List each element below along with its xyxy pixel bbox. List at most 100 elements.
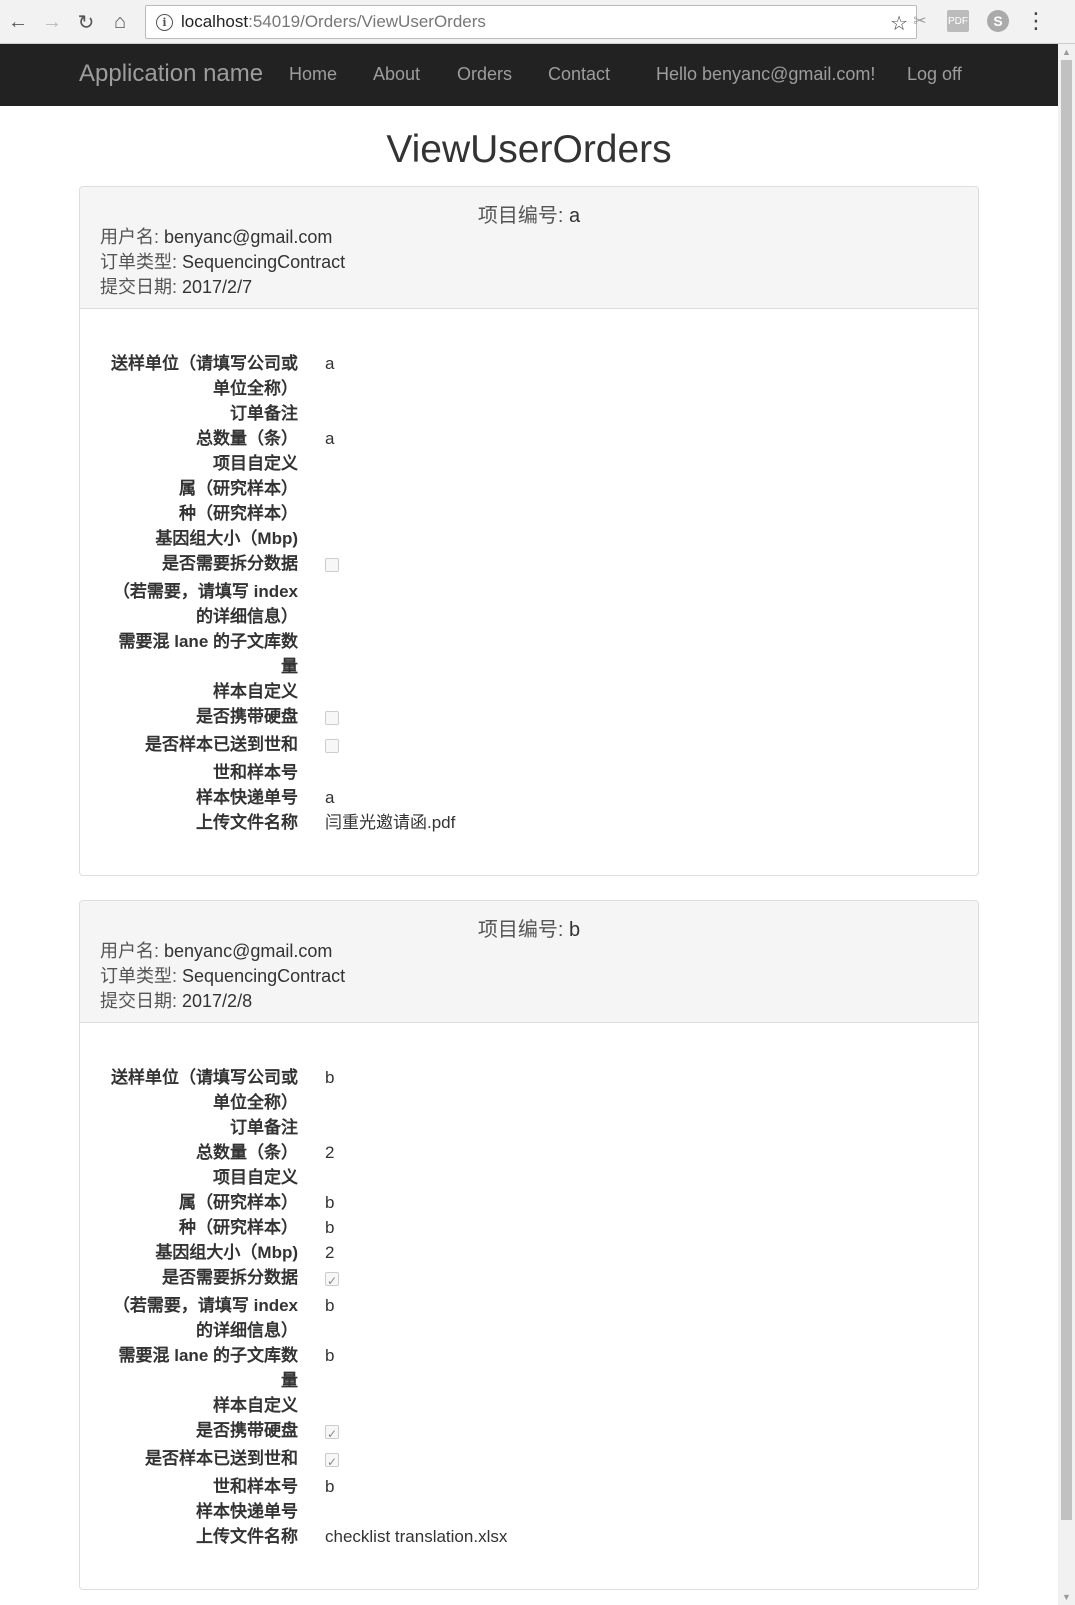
skype-extension-icon[interactable]: S [987, 10, 1009, 32]
detail-label-line: 种（研究样本） [179, 1218, 298, 1237]
detail-label-line: 是否携带硬盘 [196, 707, 298, 726]
detail-label-line: 总数量（条） [196, 1143, 298, 1162]
detail-label: 是否需要拆分数据 [88, 1265, 298, 1290]
detail-label: （若需要，请填写 index 的详细信息） [88, 1293, 298, 1343]
address-bar[interactable]: i localhost:54019/Orders/ViewUserOrders … [145, 5, 917, 39]
detail-label: 世和样本号 [88, 1474, 298, 1499]
nav-orders[interactable]: Orders [457, 64, 512, 85]
detail-value: 闫重光邀请函.pdf [325, 813, 456, 832]
detail-value [325, 734, 339, 759]
detail-label: 上传文件名称 [88, 1524, 298, 1549]
detail-value: b [325, 1193, 335, 1212]
pdf-extension-icon[interactable]: PDF [947, 10, 969, 32]
detail-label-line: 是否需要拆分数据 [162, 554, 298, 573]
split-data-checkbox [325, 558, 339, 572]
detail-label: 项目自定义 [88, 451, 298, 476]
detail-label: 订单备注 [88, 401, 298, 426]
info-icon[interactable]: i [156, 13, 173, 31]
forward-icon[interactable]: → [38, 8, 66, 36]
project-number-label: 项目编号: [477, 919, 569, 941]
detail-label: 样本快递单号 [88, 785, 298, 810]
detail-label: 总数量（条） [88, 426, 298, 451]
detail-label: 是否样本已送到世和 [88, 732, 298, 757]
detail-label-line: 是否样本已送到世和 [145, 1449, 298, 1468]
detail-label: 项目自定义 [88, 1165, 298, 1190]
submit-date-line: 提交日期: 2017/2/8 [100, 987, 252, 1013]
detail-label-line: 是否需要拆分数据 [162, 1268, 298, 1287]
brand-link[interactable]: Application name [79, 60, 263, 88]
detail-label: 基因组大小（Mbp) [88, 526, 298, 551]
nav-greeting[interactable]: Hello benyanc@gmail.com! [656, 64, 875, 85]
detail-label: 是否携带硬盘 [88, 1418, 298, 1443]
back-icon[interactable]: ← [4, 8, 32, 36]
detail-label-line: 需要混 lane 的子文库数 [118, 1346, 298, 1365]
detail-value [325, 1267, 339, 1294]
order-panel-heading: 项目编号: a 用户名: benyanc@gmail.com 订单类型: Seque… [80, 187, 978, 309]
detail-label-line: 订单备注 [230, 404, 298, 423]
username-line: 用户名: benyanc@gmail.com [100, 223, 332, 249]
detail-label: 样本快递单号 [88, 1499, 298, 1524]
submit-date-value: 2017/2/7 [182, 277, 253, 297]
username-label: 用户名: [100, 227, 165, 247]
detail-label-line: 样本快递单号 [196, 1502, 298, 1521]
order-panel: 项目编号: b 用户名: benyanc@gmail.com 订单类型: Seque… [79, 900, 979, 1590]
detail-value: b [325, 1068, 335, 1087]
detail-label-line: 单位全称） [213, 1093, 298, 1112]
detail-label-line: 项目自定义 [213, 454, 298, 473]
home-icon[interactable]: ⌂ [106, 8, 134, 36]
detail-label: 总数量（条） [88, 1140, 298, 1165]
detail-label-line: （若需要，请填写 index [112, 1296, 298, 1315]
order-panel-heading: 项目编号: b 用户名: benyanc@gmail.com 订单类型: Seque… [80, 901, 978, 1023]
detail-label: 需要混 lane 的子文库数量 [88, 629, 298, 679]
detail-value: a [325, 788, 335, 807]
username-line: 用户名: benyanc@gmail.com [100, 937, 332, 963]
detail-label: 送样单位（请填写公司或 单位全称） [88, 1065, 298, 1115]
nav-about[interactable]: About [373, 64, 420, 85]
detail-label: 是否需要拆分数据 [88, 551, 298, 576]
hard-disk-checkbox [325, 711, 339, 725]
detail-value [325, 706, 339, 731]
detail-label-line: 上传文件名称 [196, 813, 298, 832]
detail-label: 基因组大小（Mbp) [88, 1240, 298, 1265]
scissors-extension-icon[interactable]: ✂ [909, 10, 931, 32]
url-path: :54019/Orders/ViewUserOrders [248, 12, 486, 31]
url-host: localhost [181, 12, 249, 31]
order-type-value: SequencingContract [182, 252, 346, 272]
detail-label-line: 是否样本已送到世和 [145, 735, 298, 754]
nav-home[interactable]: Home [289, 64, 337, 85]
nav-contact[interactable]: Contact [548, 64, 610, 85]
browser-menu-icon[interactable]: ⋮ [1025, 8, 1047, 33]
detail-label-line: 基因组大小（Mbp) [155, 1243, 298, 1262]
detail-label-line: 单位全称） [213, 379, 298, 398]
order-type-line: 订单类型: SequencingContract [100, 248, 345, 274]
detail-value [325, 1448, 339, 1475]
scroll-down-icon[interactable]: ▼ [1058, 1589, 1075, 1605]
page-scrollbar[interactable]: ▲ ▼ [1058, 44, 1075, 1605]
detail-label: 是否样本已送到世和 [88, 1446, 298, 1471]
detail-label-line: 需要混 lane 的子文库数 [118, 632, 298, 651]
bookmark-star-icon[interactable]: ☆ [890, 11, 908, 36]
nav-logoff[interactable]: Log off [907, 64, 962, 85]
order-type-label: 订单类型: [100, 966, 183, 986]
scrollbar-thumb[interactable] [1061, 60, 1072, 1520]
detail-label: 送样单位（请填写公司或单位全称） [88, 351, 298, 401]
detail-value: b [325, 1346, 335, 1365]
detail-label: 是否携带硬盘 [88, 704, 298, 729]
detail-label: 种（研究样本） [88, 501, 298, 526]
detail-label-line: 送样单位（请填写公司或 [111, 354, 298, 373]
detail-label-line: 是否携带硬盘 [196, 1421, 298, 1440]
username-label: 用户名: [100, 941, 165, 961]
detail-label-line: 种（研究样本） [179, 504, 298, 523]
site-navbar: Application name Home About Orders Conta… [0, 44, 1058, 106]
reload-icon[interactable]: ↻ [72, 8, 100, 36]
detail-value [325, 1420, 339, 1447]
detail-label-line: 属（研究样本） [179, 479, 298, 498]
scroll-up-icon[interactable]: ▲ [1058, 44, 1075, 60]
detail-label-line: 量 [281, 1371, 298, 1390]
split-data-checkbox [325, 1269, 339, 1294]
submit-date-label: 提交日期: [100, 277, 183, 297]
detail-label-line: 世和样本号 [213, 1477, 298, 1496]
username-value: benyanc@gmail.com [164, 227, 333, 247]
detail-label: 属（研究样本） [88, 1190, 298, 1215]
detail-value [325, 553, 339, 578]
